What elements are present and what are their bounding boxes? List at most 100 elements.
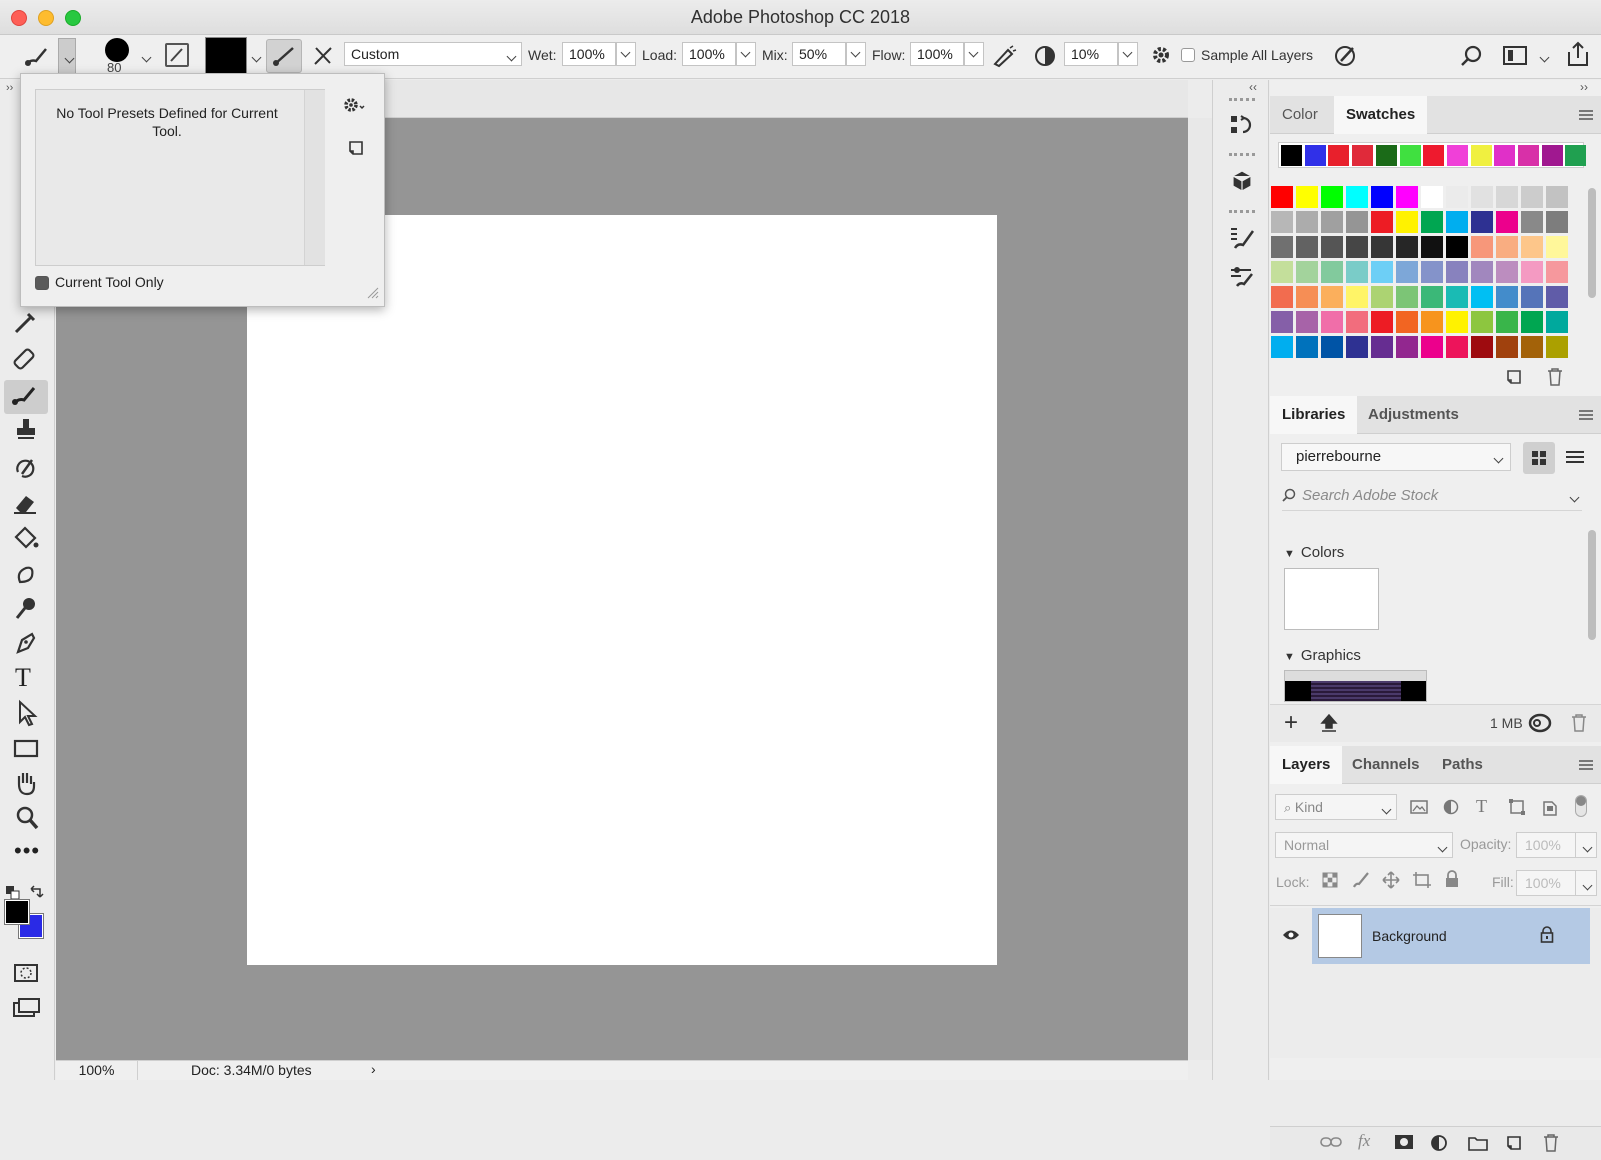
swatch[interactable] xyxy=(1271,336,1293,358)
status-menu-arrow-icon[interactable]: › xyxy=(371,1061,376,1077)
filter-adjustment-layers-icon[interactable] xyxy=(1443,799,1459,815)
flow-input[interactable]: 100% xyxy=(910,42,964,66)
fill-dropdown[interactable] xyxy=(1575,870,1597,896)
swatch[interactable] xyxy=(1346,236,1368,258)
swatch[interactable] xyxy=(1471,336,1493,358)
swatch[interactable] xyxy=(1546,236,1568,258)
load-input[interactable]: 100% xyxy=(682,42,736,66)
smoothing-options-gear-icon[interactable] xyxy=(1150,44,1174,68)
swatch[interactable] xyxy=(1496,211,1518,233)
swatch[interactable] xyxy=(1296,261,1318,283)
recent-swatch[interactable] xyxy=(1494,145,1516,166)
swatch[interactable] xyxy=(1346,286,1368,308)
swatch[interactable] xyxy=(1296,311,1318,333)
swatch[interactable] xyxy=(1496,336,1518,358)
path-selection-tool-icon[interactable] xyxy=(10,698,44,730)
workspace-icon[interactable] xyxy=(1503,46,1527,65)
swatch[interactable] xyxy=(1496,286,1518,308)
swatch[interactable] xyxy=(1496,261,1518,283)
swatch[interactable] xyxy=(1546,261,1568,283)
swatch[interactable] xyxy=(1471,286,1493,308)
swatch[interactable] xyxy=(1521,186,1543,208)
recent-swatch[interactable] xyxy=(1328,145,1350,166)
swatch[interactable] xyxy=(1446,261,1468,283)
swatch[interactable] xyxy=(1421,261,1443,283)
swatch[interactable] xyxy=(1321,211,1343,233)
mixer-brush-tool-button[interactable] xyxy=(4,380,48,414)
swatch[interactable] xyxy=(1271,236,1293,258)
pen-tool-icon[interactable] xyxy=(10,628,44,660)
search-icon[interactable] xyxy=(1460,44,1484,68)
mixer-brush-tool-icon[interactable] xyxy=(22,43,52,71)
swatch[interactable] xyxy=(1396,311,1418,333)
tab-swatches[interactable]: Swatches xyxy=(1334,96,1428,134)
swap-colors-icon[interactable] xyxy=(28,884,44,900)
current-brush-load-swatch[interactable] xyxy=(205,37,247,75)
type-tool-icon[interactable]: T xyxy=(10,663,44,695)
quick-mask-icon[interactable] xyxy=(10,960,44,992)
workspace-chevron-icon[interactable] xyxy=(1536,48,1550,62)
swatch[interactable] xyxy=(1521,336,1543,358)
brushes-panel-icon[interactable] xyxy=(1229,264,1255,290)
swatch[interactable] xyxy=(1496,236,1518,258)
tab-adjustments[interactable]: Adjustments xyxy=(1356,396,1471,434)
lock-artboard-icon[interactable] xyxy=(1412,871,1432,889)
mix-dropdown[interactable] xyxy=(846,42,866,66)
brush-settings-panel-icon[interactable] xyxy=(1229,225,1255,251)
share-icon[interactable] xyxy=(1566,40,1590,68)
recent-swatch[interactable] xyxy=(1281,145,1302,166)
recent-swatch[interactable] xyxy=(1446,145,1468,166)
recent-swatch[interactable] xyxy=(1399,145,1421,166)
default-colors-icon[interactable] xyxy=(6,886,20,900)
add-mask-icon[interactable] xyxy=(1394,1134,1414,1150)
swatch[interactable] xyxy=(1346,261,1368,283)
swatch[interactable] xyxy=(1471,236,1493,258)
rectangle-tool-icon[interactable] xyxy=(10,733,44,765)
graphics-section-header[interactable]: ▼ Graphics xyxy=(1284,647,1361,664)
swatch[interactable] xyxy=(1546,336,1568,358)
layers-panel-menu-icon[interactable] xyxy=(1579,760,1593,770)
dock-grip[interactable] xyxy=(1229,98,1255,101)
swatch[interactable] xyxy=(1446,286,1468,308)
grid-view-button[interactable] xyxy=(1523,442,1555,474)
tab-paths[interactable]: Paths xyxy=(1430,746,1495,784)
swatch[interactable] xyxy=(1446,211,1468,233)
layer-row-background[interactable]: Background xyxy=(1312,908,1590,964)
new-preset-icon[interactable] xyxy=(348,139,366,157)
swatch[interactable] xyxy=(1321,236,1343,258)
swatch[interactable] xyxy=(1471,261,1493,283)
swatch[interactable] xyxy=(1521,311,1543,333)
zoom-level-field[interactable]: 100% xyxy=(56,1061,138,1080)
list-view-button[interactable] xyxy=(1566,450,1584,466)
lock-image-pixels-icon[interactable] xyxy=(1352,871,1370,889)
swatch[interactable] xyxy=(1346,211,1368,233)
swatch[interactable] xyxy=(1421,236,1443,258)
link-layers-icon[interactable] xyxy=(1320,1135,1342,1149)
swatch[interactable] xyxy=(1271,211,1293,233)
healing-brush-tool-icon[interactable] xyxy=(10,344,44,376)
resize-grip-icon[interactable] xyxy=(366,286,380,300)
dock-grip[interactable] xyxy=(1229,210,1255,213)
swatch[interactable] xyxy=(1446,336,1468,358)
opacity-dropdown[interactable] xyxy=(1575,832,1597,858)
libraries-scrollbar[interactable] xyxy=(1588,530,1596,640)
pressure-size-icon[interactable] xyxy=(1333,43,1359,69)
load-brush-after-stroke-button[interactable] xyxy=(266,39,302,73)
swatch[interactable] xyxy=(1446,311,1468,333)
swatch[interactable] xyxy=(1396,236,1418,258)
swatch[interactable] xyxy=(1321,311,1343,333)
clone-stamp-tool-icon[interactable] xyxy=(10,416,44,448)
add-content-icon[interactable]: + xyxy=(1284,711,1298,735)
swatch[interactable] xyxy=(1396,186,1418,208)
smoothing-dropdown[interactable] xyxy=(1118,42,1138,66)
color-panel-menu-icon[interactable] xyxy=(1579,110,1593,120)
expand-panels-chevron-icon[interactable]: ›› xyxy=(1580,80,1588,94)
zoom-tool-icon[interactable] xyxy=(10,803,44,835)
history-panel-icon[interactable] xyxy=(1229,112,1255,138)
expand-tools-chevron-icon[interactable]: ›› xyxy=(6,82,13,94)
filter-smart-objects-icon[interactable] xyxy=(1542,798,1558,816)
swatch[interactable] xyxy=(1546,186,1568,208)
swatch[interactable] xyxy=(1421,186,1443,208)
swatch[interactable] xyxy=(1296,211,1318,233)
swatch[interactable] xyxy=(1471,311,1493,333)
